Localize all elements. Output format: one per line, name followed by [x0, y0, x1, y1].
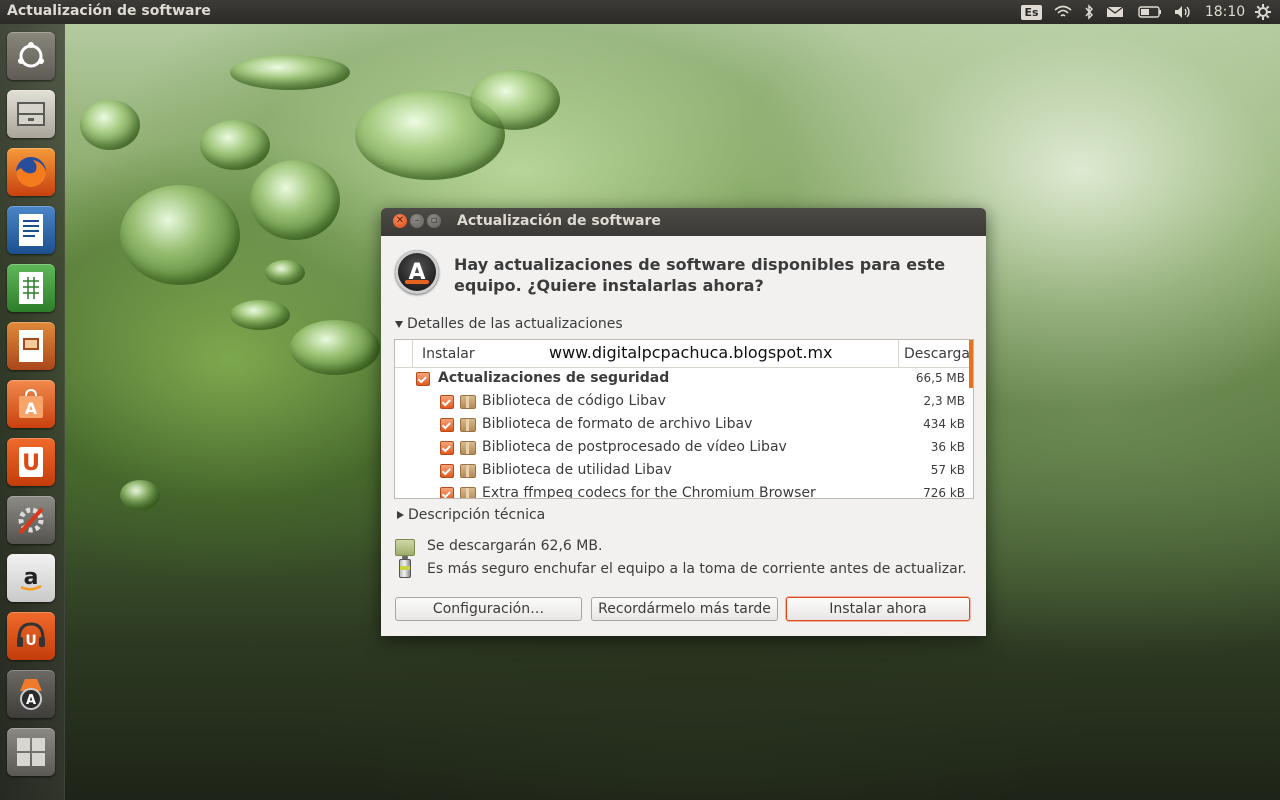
item-label: Biblioteca de formato de archivo Libav: [482, 416, 753, 432]
battery-icon: [399, 556, 411, 578]
install-now-button[interactable]: Instalar ahora: [786, 597, 970, 621]
item-size: 2,3 MB: [923, 394, 965, 408]
list-item[interactable]: Biblioteca de formato de archivo Libav 4…: [395, 414, 969, 437]
water-drop: [230, 300, 290, 330]
amazon-icon[interactable]: a: [7, 554, 55, 602]
package-icon: [460, 464, 476, 478]
system-settings-icon[interactable]: [7, 496, 55, 544]
list-item[interactable]: Biblioteca de utilidad Libav 57 kB: [395, 460, 969, 483]
details-expander[interactable]: Detalles de las actualizaciones: [395, 316, 623, 332]
item-label: Extra ffmpeg codecs for the Chromium Bro…: [482, 485, 816, 499]
volume-icon[interactable]: [1172, 0, 1194, 24]
expander-arrow-icon: [397, 511, 404, 519]
item-size: 36 kB: [930, 440, 965, 454]
water-drop: [265, 260, 305, 285]
svg-text:a: a: [24, 565, 39, 590]
watermark-text: www.digitalpcpachuca.blogspot.mx: [549, 343, 833, 362]
package-icon: [460, 441, 476, 455]
files-icon[interactable]: [7, 90, 55, 138]
maximize-icon[interactable]: ▫: [427, 214, 441, 228]
item-size: 57 kB: [930, 463, 965, 477]
close-icon[interactable]: ✕: [393, 214, 407, 228]
software-updater-dialog: ✕ – ▫ Actualización de software A Hay ac…: [381, 208, 986, 636]
active-app-title: Actualización de software: [7, 3, 211, 19]
package-icon: [460, 395, 476, 409]
ubuntu-dash-icon[interactable]: [7, 32, 55, 80]
water-drop: [230, 55, 350, 90]
item-label: Biblioteca de código Libav: [482, 393, 666, 409]
item-label: Biblioteca de utilidad Libav: [482, 462, 672, 478]
column-header-install[interactable]: Instalar: [422, 346, 475, 362]
list-item[interactable]: Biblioteca de código Libav 2,3 MB: [395, 391, 969, 414]
download-size-info: Se descargarán 62,6 MB.: [427, 538, 603, 554]
ubuntu-one-music-icon[interactable]: U: [7, 612, 55, 660]
package-icon: [460, 418, 476, 432]
item-checkbox[interactable]: [440, 441, 454, 455]
list-item[interactable]: Biblioteca de postprocesado de vídeo Lib…: [395, 437, 969, 460]
firefox-icon[interactable]: [7, 148, 55, 196]
software-updater-icon[interactable]: A: [7, 670, 55, 718]
item-size: 434 kB: [923, 417, 965, 431]
remind-later-button[interactable]: Recordármelo más tarde: [591, 597, 778, 621]
update-list[interactable]: Instalar www.digitalpcpachuca.blogspot.m…: [394, 339, 974, 499]
scrollbar[interactable]: [969, 340, 973, 388]
settings-gear-icon[interactable]: [1252, 0, 1274, 24]
water-drop: [200, 120, 270, 170]
column-separator: [898, 340, 899, 367]
water-drop: [120, 480, 160, 510]
water-drop: [470, 70, 560, 130]
item-checkbox[interactable]: [440, 464, 454, 478]
group-label: Actualizaciones de seguridad: [438, 370, 670, 386]
workspace-switcher-icon[interactable]: [7, 728, 55, 776]
top-panel: Actualización de software Es 18:10: [0, 0, 1280, 24]
svg-text:A: A: [26, 693, 36, 708]
column-header-download[interactable]: Descarga: [904, 346, 970, 362]
dialog-titlebar[interactable]: ✕ – ▫ Actualización de software: [381, 208, 986, 236]
list-item[interactable]: Extra ffmpeg codecs for the Chromium Bro…: [395, 483, 969, 499]
item-label: Biblioteca de postprocesado de vídeo Lib…: [482, 439, 787, 455]
technical-description-expander[interactable]: Descripción técnica: [395, 507, 545, 523]
settings-button[interactable]: Configuración…: [395, 597, 582, 621]
keyboard-layout-label: Es: [1021, 4, 1042, 20]
keyboard-layout-indicator[interactable]: Es: [1021, 0, 1042, 24]
group-size: 66,5 MB: [915, 371, 965, 385]
package-icon: [460, 487, 476, 498]
software-updater-icon: A: [395, 250, 439, 294]
details-expander-label: Detalles de las actualizaciones: [407, 316, 623, 332]
list-group-row[interactable]: Actualizaciones de seguridad 66,5 MB: [395, 368, 969, 391]
dialog-title: Actualización de software: [457, 213, 661, 229]
clock[interactable]: 18:10: [1203, 0, 1247, 24]
libreoffice-impress-icon[interactable]: [7, 322, 55, 370]
launcher: A U a U A: [0, 24, 65, 800]
water-drop: [290, 320, 380, 375]
group-checkbox[interactable]: [416, 372, 430, 386]
item-checkbox[interactable]: [440, 487, 454, 498]
water-drop: [120, 185, 240, 285]
ubuntu-one-icon[interactable]: U: [7, 438, 55, 486]
column-separator: [412, 340, 413, 367]
minimize-icon[interactable]: –: [410, 214, 424, 228]
bluetooth-icon[interactable]: [1080, 0, 1098, 24]
item-checkbox[interactable]: [440, 418, 454, 432]
svg-text:U: U: [22, 451, 40, 476]
libreoffice-writer-icon[interactable]: [7, 206, 55, 254]
software-center-icon[interactable]: A: [7, 380, 55, 428]
power-warning-info: Es más seguro enchufar el equipo a la to…: [427, 561, 967, 577]
update-question: Hay actualizaciones de software disponib…: [454, 255, 946, 295]
mail-icon[interactable]: [1104, 0, 1126, 24]
item-checkbox[interactable]: [440, 395, 454, 409]
water-drop: [250, 160, 340, 240]
svg-text:U: U: [25, 633, 36, 649]
wifi-icon[interactable]: [1052, 0, 1074, 24]
technical-description-label: Descripción técnica: [408, 507, 546, 523]
expander-arrow-icon: [395, 320, 403, 328]
water-drop: [80, 100, 140, 150]
download-package-icon: [395, 539, 415, 556]
item-size: 726 kB: [923, 486, 965, 499]
svg-text:A: A: [25, 399, 38, 418]
battery-icon[interactable]: [1136, 0, 1164, 24]
libreoffice-calc-icon[interactable]: [7, 264, 55, 312]
list-header: Instalar www.digitalpcpachuca.blogspot.m…: [395, 340, 973, 368]
